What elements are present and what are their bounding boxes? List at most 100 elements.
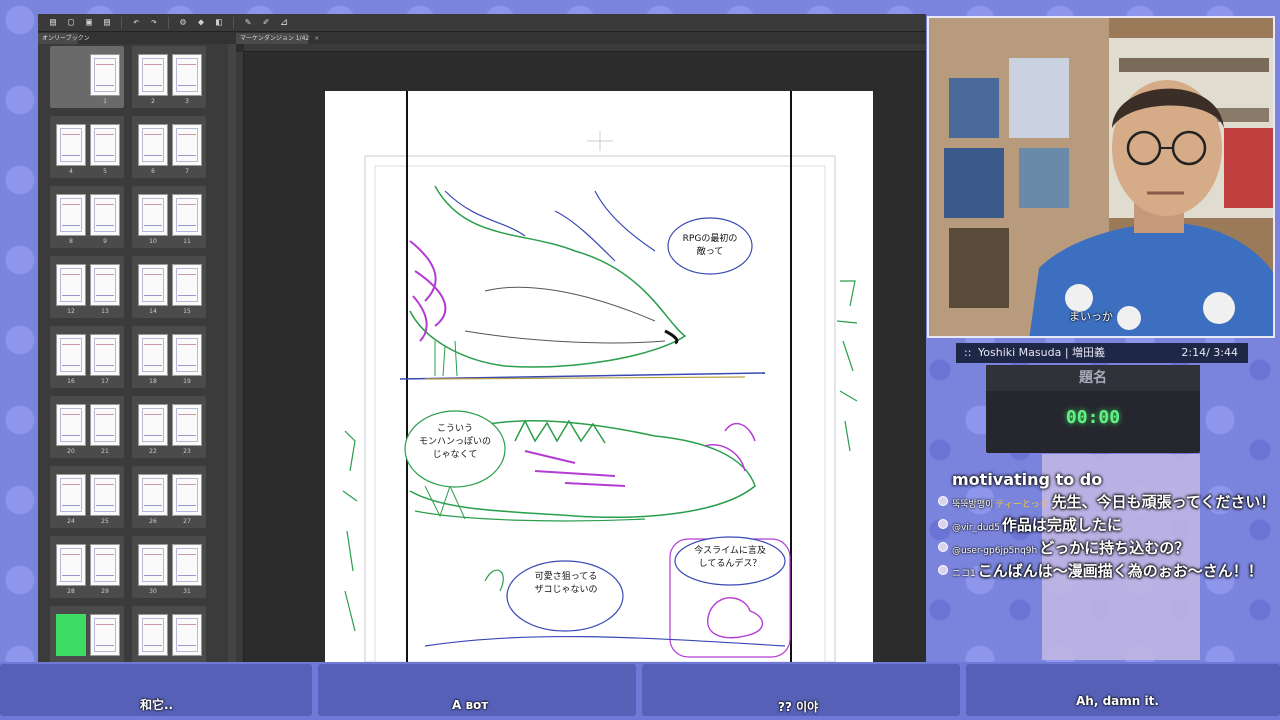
page-thumbnail[interactable] (138, 544, 168, 586)
webcam-image (929, 18, 1273, 336)
speech-bubble-1: RPGの最初の 敵って (682, 234, 738, 257)
page-thumbnail[interactable] (90, 404, 120, 446)
panel-icon[interactable]: ▤ (46, 17, 60, 29)
caption-4: Ah, damn it. (1076, 694, 1159, 708)
save-icon[interactable]: ▤ (100, 17, 114, 29)
page-spread[interactable]: 16 17 (50, 326, 124, 388)
avatar (938, 565, 948, 575)
page-thumbnail[interactable] (138, 474, 168, 516)
page-thumbnail[interactable] (172, 54, 202, 96)
caption-2: А вот (452, 698, 489, 712)
page-number: 17 (101, 378, 109, 385)
page-thumbnail[interactable] (172, 544, 202, 586)
page-thumbnail[interactable] (90, 334, 120, 376)
page-thumbnail[interactable] (138, 614, 168, 656)
page-spread[interactable]: 45 (50, 116, 124, 178)
fill-icon[interactable]: ◆ (194, 17, 208, 29)
page-number: 10 (149, 238, 157, 245)
page-thumbnail[interactable] (56, 404, 86, 446)
page-number: 20 (67, 448, 75, 455)
transform-icon[interactable]: ◧ (212, 17, 226, 29)
page-thumbnail[interactable] (56, 614, 86, 656)
page-thumbnail[interactable] (56, 124, 86, 166)
redo-icon[interactable]: ↷ (147, 17, 161, 29)
page-thumbnail[interactable] (56, 334, 86, 376)
page-thumbnail[interactable] (138, 124, 168, 166)
page-thumbnail[interactable] (172, 264, 202, 306)
page-spread[interactable]: 22 23 (132, 396, 206, 458)
page-number: 14 (149, 308, 157, 315)
page-thumbnail[interactable] (90, 124, 120, 166)
page-spread[interactable]: 14 15 (132, 256, 206, 318)
page-spread[interactable]: 89 (50, 186, 124, 248)
page-thumbnail[interactable] (90, 474, 120, 516)
page-thumbnail[interactable] (90, 54, 120, 96)
page-number: 8 (69, 238, 73, 245)
page-thumbnail[interactable] (56, 474, 86, 516)
chat-username: ニコ1 (952, 569, 976, 579)
new-icon[interactable]: ▢ (64, 17, 78, 29)
canvas-area[interactable]: RPGの最初の 敵って こういう モンハンっぽいの じゃなくて 可愛さ狙ってる … (236, 44, 926, 662)
caption-3: ?? 이야 (778, 700, 819, 714)
page-spread[interactable]: 24 25 (50, 466, 124, 528)
chat-message-list: 뚝뚝방맹이 ティーとっぐ 先生、今日も頑張ってください！ @vir_dud5 作品は完成… (936, 491, 1276, 582)
chat-message: 뚝뚝방맹이 ティーとっぐ 先生、今日も頑張ってください！ (936, 491, 1276, 513)
page-number: 28 (67, 588, 75, 595)
pen-icon[interactable]: ✎ (241, 17, 255, 29)
chat-text: 先生、今日も頑張ってください！ (1051, 493, 1276, 511)
page-spread[interactable] (50, 606, 124, 662)
speech-bubble-3: 可愛さ狙ってる ザコじゃないの (534, 572, 598, 595)
tab-document[interactable]: マーケンダンジョン 1/42 × (236, 33, 319, 44)
page-spread[interactable]: 18 19 (132, 326, 206, 388)
chat-username: @vir_dud5 (952, 523, 1000, 533)
page-spread[interactable]: 20 21 (50, 396, 124, 458)
chat-username: 뚝뚝방맹이 (952, 500, 994, 510)
page-manager-scrollbar[interactable] (228, 44, 236, 662)
page-thumbnail[interactable] (138, 264, 168, 306)
brush-icon[interactable]: ✐ (259, 17, 273, 29)
page-thumbnail[interactable] (172, 334, 202, 376)
page-thumbnail[interactable] (56, 194, 86, 236)
page-thumbnail[interactable] (56, 264, 86, 306)
page-thumbnail[interactable] (90, 264, 120, 306)
manga-page-canvas[interactable]: RPGの最初の 敵って こういう モンハンっぽいの じゃなくて 可愛さ狙ってる … (325, 91, 873, 662)
page-thumbnail[interactable] (172, 124, 202, 166)
page-spread[interactable]: 28 29 (50, 536, 124, 598)
page-spread[interactable]: 1 (50, 46, 124, 108)
page-number: 3 (185, 98, 189, 105)
page-spread[interactable]: 26 27 (132, 466, 206, 528)
page-thumbnail[interactable] (90, 194, 120, 236)
page-spread[interactable]: 10 11 (132, 186, 206, 248)
page-spread[interactable]: 23 (132, 46, 206, 108)
page-spread[interactable]: 67 (132, 116, 206, 178)
page-spread[interactable]: 12 13 (50, 256, 124, 318)
page-thumbnail[interactable] (172, 614, 202, 656)
settings-icon[interactable]: ⚙ (176, 17, 190, 29)
page-thumbnail[interactable] (138, 404, 168, 446)
page-thumbnail[interactable] (138, 334, 168, 376)
close-icon[interactable]: × (314, 35, 319, 42)
undo-icon[interactable]: ↶ (129, 17, 143, 29)
webcam-feed: まいっか (927, 16, 1275, 338)
tab-document-label: マーケンダンジョン 1/42 (240, 35, 310, 42)
page-thumbnail[interactable] (172, 404, 202, 446)
chat-message: @user-gp6jp5nq9h どっかに持ち込むの？ (936, 537, 1276, 559)
chat-username: @user-gp6jp5nq9h (952, 546, 1038, 556)
music-icon: :: (964, 346, 972, 359)
page-thumbnail[interactable] (172, 474, 202, 516)
page-number: 6 (151, 168, 155, 175)
page-spread[interactable] (132, 606, 206, 662)
page-spread[interactable]: 30 31 (132, 536, 206, 598)
page-thumbnail[interactable] (138, 194, 168, 236)
page-thumbnail[interactable] (138, 54, 168, 96)
open-icon[interactable]: ▣ (82, 17, 96, 29)
tab-page-manager[interactable]: オンリーブックン (38, 33, 90, 44)
page-number: 7 (185, 168, 189, 175)
now-playing-bar: :: Yoshiki Masuda | 増田義 2:14/ 3:44 (956, 343, 1248, 363)
page-thumbnail[interactable] (56, 544, 86, 586)
page-thumbnail[interactable] (90, 544, 120, 586)
page-thumbnail[interactable] (172, 194, 202, 236)
page-thumbnail[interactable] (90, 614, 120, 656)
ruler-icon[interactable]: ⊿ (277, 17, 291, 29)
chat-text: どっかに持ち込むの？ (1039, 539, 1190, 557)
